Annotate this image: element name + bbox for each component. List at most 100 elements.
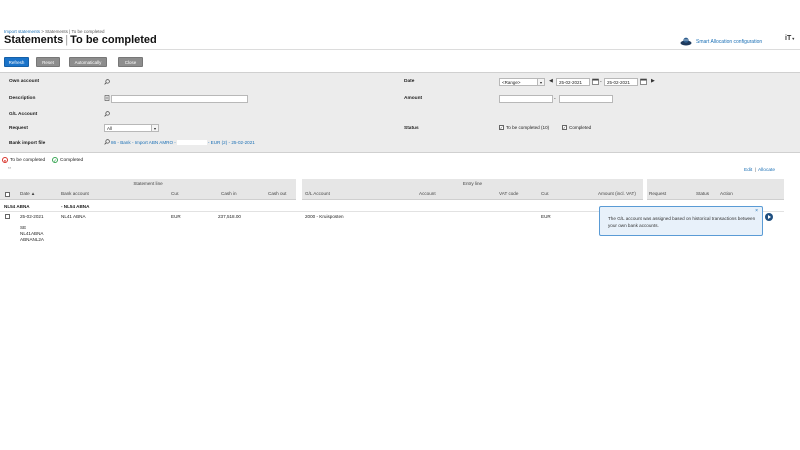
checkbox-checked: ✓ — [499, 124, 504, 130]
account-group-left: NL54 ABNA — [4, 204, 30, 209]
amount-to-input[interactable] — [559, 95, 613, 103]
legend-completed-label: Completed — [60, 157, 84, 163]
request-label: Request — [9, 126, 28, 131]
robot-icon[interactable] — [764, 212, 774, 222]
column-header-request[interactable]: Request — [649, 191, 666, 196]
calendar-icon[interactable] — [592, 78, 599, 85]
edit-link[interactable]: Edit — [744, 168, 752, 173]
page-title-sub: To be completed — [70, 34, 157, 46]
date-dash: - — [600, 79, 602, 85]
close-button[interactable]: Close — [118, 57, 143, 67]
page-title-main: Statements — [4, 34, 64, 46]
column-header-gl-account[interactable]: G/L Account — [305, 191, 330, 196]
chevron-down-icon: ▾ — [792, 36, 795, 41]
search-icon[interactable] — [104, 79, 110, 85]
column-header-status[interactable]: Status — [696, 191, 709, 196]
description-input[interactable] — [111, 95, 248, 103]
chevron-down-icon: ▾ — [537, 79, 544, 85]
gl-account-hint-tooltip: × The G/L account was assigned based on … — [599, 206, 763, 236]
title-separator: | — [65, 34, 69, 46]
bank-import-redacted — [176, 139, 207, 145]
gl-account-label: G/L Account — [9, 112, 38, 117]
bank-import-file-value[interactable]: 86 - Bank - Import ABN AMRO - — [111, 140, 176, 145]
request-select[interactable]: All ▾ — [104, 124, 159, 132]
automatically-button[interactable]: Automatically — [69, 57, 107, 67]
column-header-cur[interactable]: Cur. — [171, 191, 179, 196]
bank-import-file-value-2[interactable]: - EUR (2) - 25-02-2021 — [208, 140, 255, 145]
amount-from-input[interactable] — [499, 95, 553, 103]
allocate-link[interactable]: Allocate — [758, 168, 775, 173]
column-header-amount-incl-vat[interactable]: Amount (incl. VAT) — [598, 191, 636, 196]
reset-button[interactable]: Reset — [36, 57, 60, 67]
select-all-checkbox[interactable] — [5, 192, 10, 197]
status-to-be-completed-label: To be completed (10) — [506, 125, 550, 130]
status-completed-checkbox[interactable]: ✓ Completed — [562, 125, 591, 130]
status-label: Status — [404, 126, 419, 131]
user-initials: iT — [785, 35, 792, 42]
row-gl-account: 2000 - Kruisposten — [305, 214, 344, 219]
calendar-icon[interactable] — [640, 78, 647, 85]
search-icon — [104, 139, 110, 145]
document-icon[interactable] — [104, 95, 110, 101]
row-description-2: NL41ABNA — [20, 231, 44, 236]
amount-dash: - — [554, 96, 556, 102]
row-cur: EUR — [171, 214, 181, 219]
expand-collapse-icon[interactable]: ⇔ — [7, 165, 12, 171]
bank-import-file-label: Bank import file — [9, 141, 46, 146]
tooltip-text: The G/L account was assigned based on hi… — [608, 216, 756, 228]
status-open-icon: ● — [2, 157, 8, 163]
actions-header-row — [647, 187, 784, 200]
column-header-bank-account[interactable]: Bank account — [61, 191, 89, 196]
column-header-date[interactable]: Date▲ — [20, 191, 35, 196]
refresh-button[interactable]: Refresh — [4, 57, 29, 67]
entry-header-row — [302, 187, 643, 200]
legend-to-be-completed: ● To be completed — [2, 157, 45, 163]
smart-allocation-label: Smart Allocation configuration — [696, 38, 763, 45]
legend-to-be-completed-label: To be completed — [10, 157, 46, 163]
entry-line-group-header: Entry line — [302, 179, 643, 187]
column-header-cur-entry[interactable]: Cur. — [541, 191, 549, 196]
date-label: Date — [404, 79, 415, 84]
row-bank-account: NL41 ABNA — [61, 214, 86, 219]
column-header-account[interactable]: Account — [419, 191, 436, 196]
sort-asc-icon: ▲ — [30, 191, 36, 196]
robot-icon — [680, 37, 692, 46]
status-done-icon: ✓ — [52, 157, 58, 163]
legend-completed: ✓ Completed — [52, 157, 83, 163]
request-select-value: All — [107, 125, 113, 131]
date-range-value: <Range> — [502, 79, 521, 85]
date-prev-icon[interactable]: ◀ — [549, 78, 553, 84]
date-to-input[interactable]: 25-02-2021 — [604, 78, 638, 86]
page-title: Statements | To be completed — [4, 34, 157, 46]
column-header-action[interactable]: Action — [720, 191, 733, 196]
statement-header-row — [0, 187, 296, 200]
smart-allocation-link[interactable]: Smart Allocation configuration — [680, 37, 762, 46]
column-header-cash-out[interactable]: Cash out — [268, 191, 286, 196]
actions-separator: | — [754, 168, 756, 173]
own-account-label: Own account — [9, 79, 40, 84]
search-icon[interactable] — [104, 111, 110, 117]
status-completed-label: Completed — [569, 125, 592, 130]
description-label: Description — [9, 96, 36, 101]
statement-line-group-header: Statement line — [0, 179, 296, 187]
bank-import-file-field[interactable]: 86 - Bank - Import ABN AMRO - - EUR (2) … — [104, 139, 255, 145]
column-header-cash-in[interactable]: Cash in — [221, 191, 237, 196]
account-group-right: - NL54 ABNA — [61, 204, 90, 209]
amount-label: Amount — [404, 96, 423, 101]
row-description-3: ABNANL2A — [20, 237, 45, 242]
date-from-input[interactable]: 25-02-2021 — [556, 78, 590, 86]
checkbox-checked: ✓ — [562, 124, 567, 130]
header-divider — [0, 49, 800, 50]
date-next-icon[interactable]: ▶ — [651, 78, 655, 84]
chevron-down-icon: ▾ — [151, 125, 158, 131]
row-checkbox[interactable] — [5, 214, 10, 219]
status-to-be-completed-checkbox[interactable]: ✓ To be completed (10) — [499, 125, 549, 130]
row-description-1: SE — [20, 225, 27, 230]
close-icon[interactable]: × — [755, 208, 758, 215]
column-header-vat-code[interactable]: VAT code — [499, 191, 518, 196]
row-date-link[interactable]: 25-02-2021 — [20, 214, 44, 219]
table-actions: Edit | Allocate — [744, 168, 775, 173]
user-menu[interactable]: iT▾ — [785, 35, 794, 42]
row-cur-entry: EUR — [541, 214, 551, 219]
date-range-select[interactable]: <Range> ▾ — [499, 78, 545, 86]
